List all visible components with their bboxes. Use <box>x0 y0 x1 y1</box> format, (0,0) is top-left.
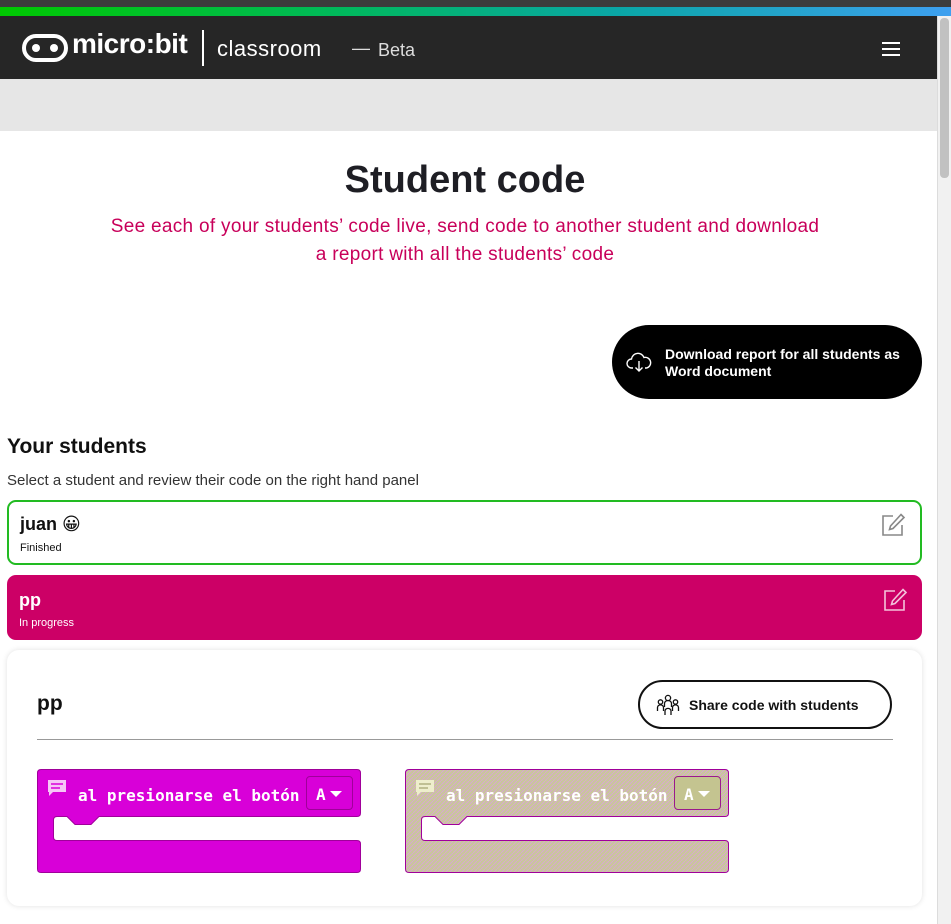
block-label: al presionarse el botón <box>446 786 668 805</box>
edit-pencil-icon[interactable] <box>880 512 906 538</box>
students-section-title: Your students <box>7 435 147 458</box>
brand-gradient-bar <box>0 7 951 16</box>
people-group-icon <box>656 694 680 715</box>
cloud-download-icon <box>626 352 652 372</box>
code-block-button-pressed[interactable]: al presionarse el botón A <box>37 769 361 873</box>
button-select-dropdown[interactable]: A <box>306 776 353 810</box>
button-select-dropdown[interactable]: A <box>674 776 721 810</box>
student-name: pp <box>19 590 41 610</box>
menu-line-1 <box>882 42 900 44</box>
student-card-juan[interactable]: juan 😀 Finished <box>7 500 922 565</box>
download-report-button[interactable]: Download report for all students as Word… <box>612 325 922 399</box>
block-label: al presionarse el botón <box>78 786 300 805</box>
chevron-down-icon <box>698 791 710 797</box>
beta-badge: Beta <box>378 40 416 60</box>
chevron-down-icon <box>330 791 342 797</box>
student-card-pp[interactable]: pp In progress <box>7 575 922 640</box>
logo-right-eye <box>50 44 58 52</box>
selected-student-name: pp <box>37 692 63 715</box>
app-header: micro:bit classroom — Beta <box>0 16 937 79</box>
page: micro:bit classroom — Beta Student code … <box>0 0 951 924</box>
student-name: juan 😀 <box>20 514 81 534</box>
header-separator: — <box>352 38 370 58</box>
scrollbar-thumb[interactable] <box>940 18 949 178</box>
code-block-button-pressed-disabled[interactable]: al presionarse el botón A <box>405 769 729 873</box>
share-code-button[interactable]: Share code with students <box>638 680 892 729</box>
header-divider <box>202 30 204 66</box>
page-subtitle: See each of your students’ code live, se… <box>110 216 820 265</box>
download-report-label: Download report for all students as Word… <box>665 346 900 379</box>
product-name: classroom <box>217 36 322 61</box>
edit-pencil-icon[interactable] <box>882 587 908 613</box>
menu-line-3 <box>882 54 900 56</box>
comment-icon[interactable] <box>415 779 435 797</box>
comment-icon[interactable] <box>47 779 67 797</box>
page-title: Student code <box>344 159 586 201</box>
dropdown-value: A <box>684 785 694 804</box>
share-code-label: Share code with students <box>689 697 859 713</box>
window-top-stripe <box>0 0 951 7</box>
panel-divider <box>37 739 893 740</box>
dropdown-value: A <box>316 785 326 804</box>
students-section-description: Select a student and review their code o… <box>7 472 419 489</box>
menu-line-2 <box>882 48 900 50</box>
microbit-logo-icon[interactable] <box>22 34 68 62</box>
student-status: Finished <box>20 542 62 554</box>
brand-name[interactable]: micro:bit <box>72 28 188 60</box>
logo-left-eye <box>32 44 40 52</box>
student-status: In progress <box>19 617 75 629</box>
student-code-panel: pp Share code with students al presionar… <box>7 650 922 906</box>
main-content: Student code See each of your students’ … <box>0 131 937 924</box>
page-scrollbar[interactable] <box>937 16 951 924</box>
subheader-bar <box>0 79 937 131</box>
hamburger-menu-icon[interactable] <box>880 40 906 58</box>
